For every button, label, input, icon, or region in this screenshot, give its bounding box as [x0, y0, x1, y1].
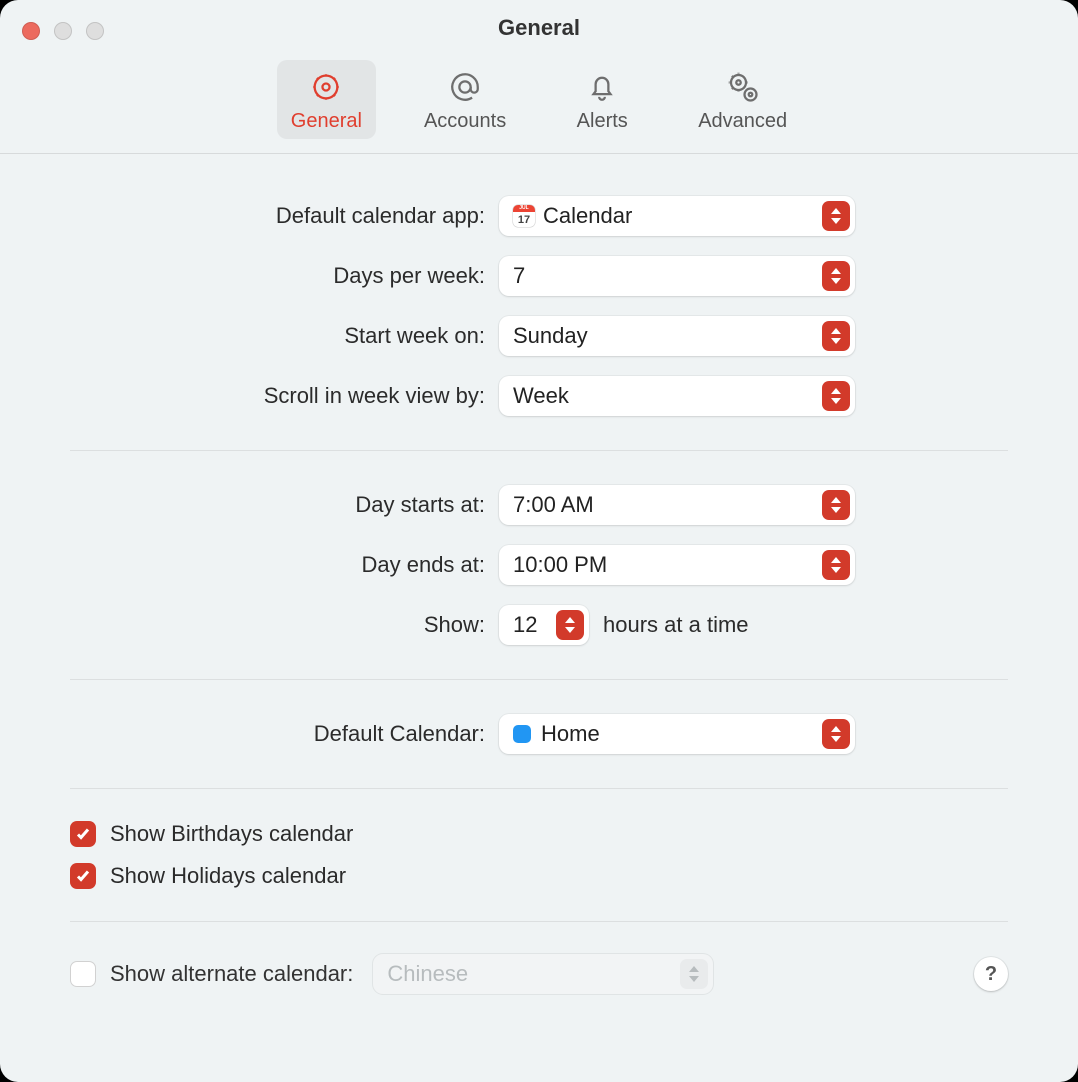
stepper-icon: [822, 381, 850, 411]
at-icon: [446, 68, 484, 106]
preferences-window: General General Accounts: [0, 0, 1078, 1082]
calendar-app-icon: JUL 17: [513, 205, 535, 227]
day-starts-select[interactable]: 7:00 AM: [499, 485, 855, 525]
row-days-per-week: Days per week: 7: [70, 246, 1008, 306]
alternate-label: Show alternate calendar:: [110, 961, 353, 987]
tab-general-label: General: [291, 110, 362, 133]
default-app-value: Calendar: [543, 203, 632, 229]
gears-icon: [724, 68, 762, 106]
show-hours-value: 12: [513, 612, 537, 638]
row-default-app: Default calendar app: JUL 17 Calendar: [70, 186, 1008, 246]
day-ends-value: 10:00 PM: [513, 552, 607, 578]
row-birthdays: Show Birthdays calendar: [70, 813, 1008, 855]
window-title: General: [498, 15, 580, 41]
stepper-icon: [822, 321, 850, 351]
day-starts-value: 7:00 AM: [513, 492, 594, 518]
row-day-starts: Day starts at: 7:00 AM: [70, 475, 1008, 535]
default-calendar-value: Home: [541, 721, 600, 747]
tab-general[interactable]: General: [277, 60, 376, 139]
start-week-value: Sunday: [513, 323, 588, 349]
stepper-icon: [822, 490, 850, 520]
stepper-icon: [822, 550, 850, 580]
separator: [70, 450, 1008, 451]
separator: [70, 788, 1008, 789]
titlebar: General: [0, 0, 1078, 56]
row-holidays: Show Holidays calendar: [70, 855, 1008, 897]
holidays-checkbox[interactable]: [70, 863, 96, 889]
birthdays-label: Show Birthdays calendar: [110, 821, 353, 847]
row-day-ends: Day ends at: 10:00 PM: [70, 535, 1008, 595]
show-hours-select[interactable]: 12: [499, 605, 589, 645]
start-week-label: Start week on:: [70, 323, 485, 349]
toolbar: General Accounts Alerts: [0, 56, 1078, 154]
content: Default calendar app: JUL 17 Calendar Da…: [0, 154, 1078, 1026]
row-scroll: Scroll in week view by: Week: [70, 366, 1008, 426]
default-app-label: Default calendar app:: [70, 203, 485, 229]
day-ends-select[interactable]: 10:00 PM: [499, 545, 855, 585]
stepper-icon: [822, 261, 850, 291]
days-per-week-label: Days per week:: [70, 263, 485, 289]
gear-icon: [307, 68, 345, 106]
default-calendar-select[interactable]: Home: [499, 714, 855, 754]
tab-accounts[interactable]: Accounts: [410, 60, 520, 139]
birthdays-checkbox[interactable]: [70, 821, 96, 847]
tab-accounts-label: Accounts: [424, 110, 506, 133]
days-per-week-value: 7: [513, 263, 525, 289]
start-week-select[interactable]: Sunday: [499, 316, 855, 356]
show-label: Show:: [70, 612, 485, 638]
separator: [70, 679, 1008, 680]
zoom-button[interactable]: [86, 22, 104, 40]
alternate-calendar-select: Chinese: [373, 954, 713, 994]
day-starts-label: Day starts at:: [70, 492, 485, 518]
alternate-calendar-value: Chinese: [387, 961, 468, 987]
minimize-button[interactable]: [54, 22, 72, 40]
bell-icon: [583, 68, 621, 106]
default-app-select[interactable]: JUL 17 Calendar: [499, 196, 855, 236]
show-hours-suffix: hours at a time: [603, 612, 749, 638]
scroll-select[interactable]: Week: [499, 376, 855, 416]
window-controls: [22, 22, 104, 40]
row-alternate-calendar: Show alternate calendar: Chinese ?: [70, 946, 1008, 1002]
alternate-checkbox[interactable]: [70, 961, 96, 987]
close-button[interactable]: [22, 22, 40, 40]
days-per-week-select[interactable]: 7: [499, 256, 855, 296]
scroll-value: Week: [513, 383, 569, 409]
tab-alerts[interactable]: Alerts: [554, 60, 650, 139]
tab-alerts-label: Alerts: [577, 110, 628, 133]
stepper-icon: [822, 201, 850, 231]
holidays-label: Show Holidays calendar: [110, 863, 346, 889]
separator: [70, 921, 1008, 922]
help-button[interactable]: ?: [974, 957, 1008, 991]
calendar-color-swatch: [513, 725, 531, 743]
row-start-week: Start week on: Sunday: [70, 306, 1008, 366]
stepper-icon: [680, 959, 708, 989]
tab-advanced[interactable]: Advanced: [684, 60, 801, 139]
tab-advanced-label: Advanced: [698, 110, 787, 133]
default-calendar-label: Default Calendar:: [70, 721, 485, 747]
row-default-calendar: Default Calendar: Home: [70, 704, 1008, 764]
row-show-hours: Show: 12 hours at a time: [70, 595, 1008, 655]
stepper-icon: [822, 719, 850, 749]
scroll-label: Scroll in week view by:: [70, 383, 485, 409]
day-ends-label: Day ends at:: [70, 552, 485, 578]
stepper-icon: [556, 610, 584, 640]
